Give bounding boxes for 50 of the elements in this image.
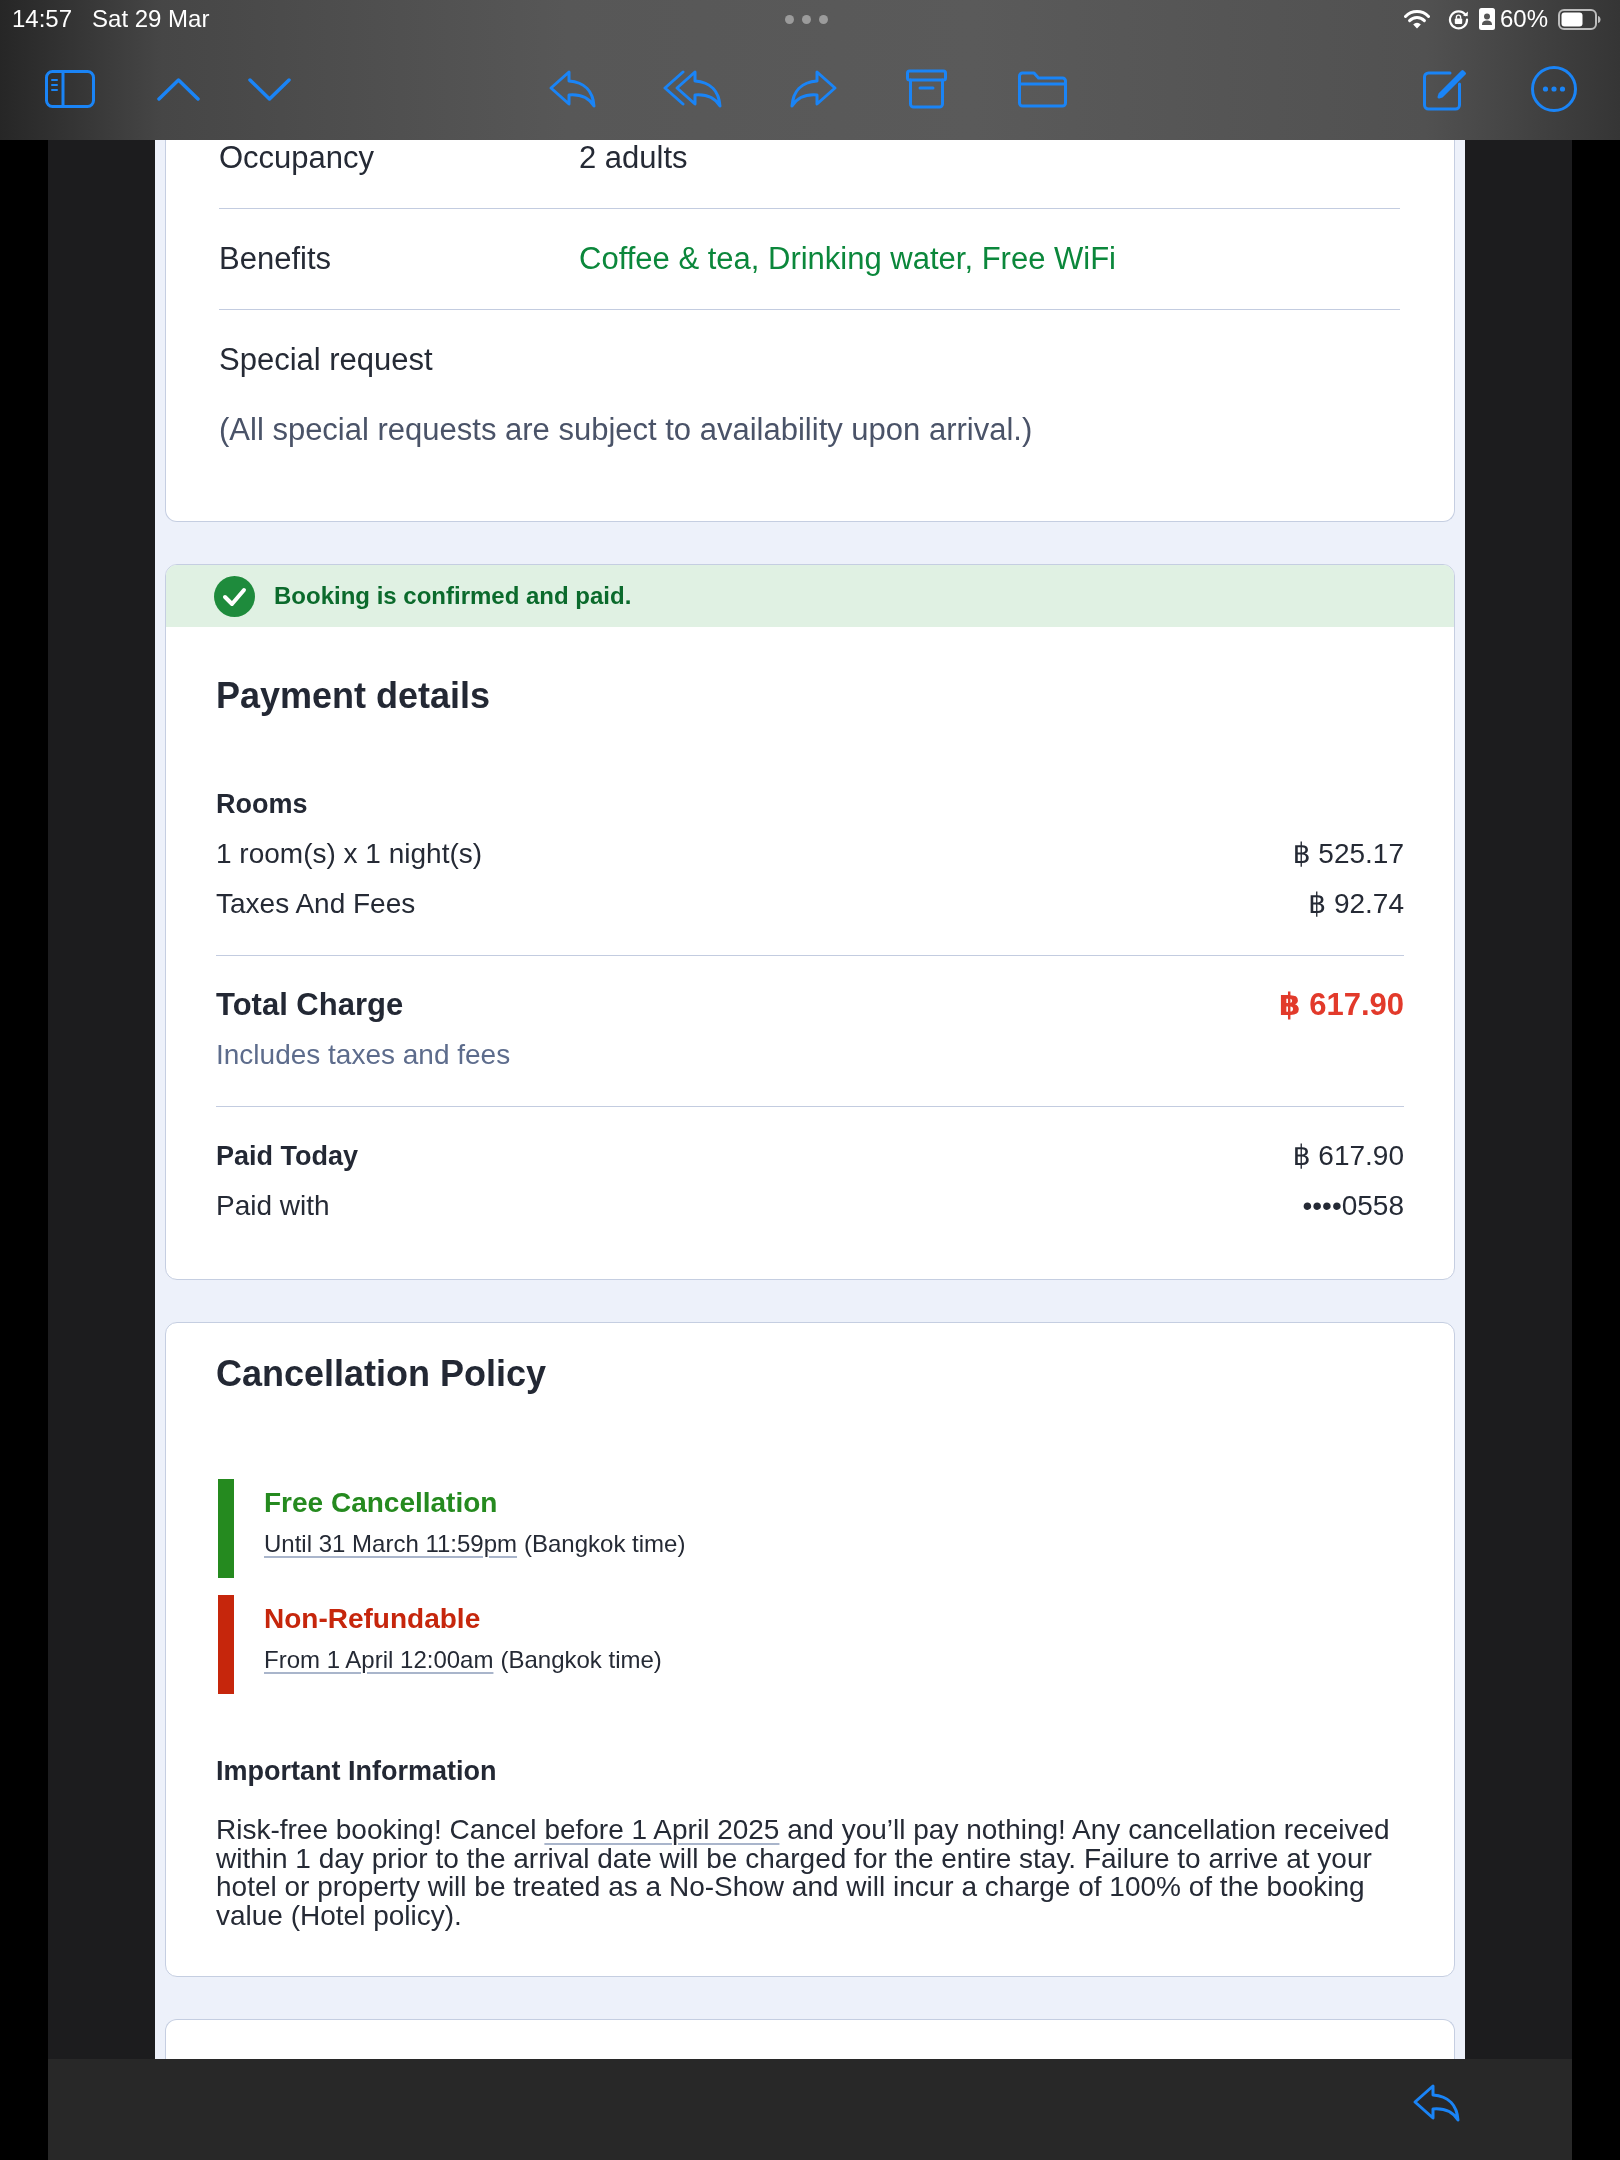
wifi-icon	[1403, 9, 1430, 29]
compose-icon[interactable]	[1422, 67, 1467, 111]
amount-value: ฿ 92.74	[1308, 887, 1404, 921]
underlined-date-text: before 1 April 2025	[544, 1814, 780, 1845]
ellipsis-icon[interactable]	[785, 14, 828, 24]
reply-icon[interactable]	[1412, 2083, 1461, 2123]
time-zone-label: (Bangkok time)	[500, 1645, 662, 1675]
status-time: 14:57	[12, 5, 73, 33]
archive-box-icon[interactable]	[906, 69, 947, 109]
policy-title: Free Cancellation	[264, 1486, 498, 1520]
time-zone-label: (Bangkok time)	[524, 1529, 686, 1559]
reply-icon[interactable]	[548, 69, 597, 109]
policy-paragraph: Risk-free booking! Cancel before 1 April 2025 and you’ll pay nothing! Any cancellation received within 1 day prior to the arrival date will be charged for the entire stay. Failure to arrive at your hotel or property will be treated as a No-Show and will incur a charge of 100% of the booking value (Hotel policy).	[216, 1816, 1391, 1931]
total-amount: ฿ 617.90	[1279, 987, 1404, 1023]
sidebar-icon[interactable]	[45, 70, 95, 108]
amount-value: ฿ 525.17	[1292, 837, 1404, 871]
detail-label: Occupancy	[219, 140, 376, 176]
folder-icon[interactable]	[1018, 70, 1067, 108]
total-note: Includes taxes and fees	[216, 1038, 511, 1072]
line-item-label: Paid with	[216, 1189, 330, 1223]
policy-title: Non-Refundable	[264, 1602, 481, 1636]
detail-value: 2 adults	[579, 140, 688, 176]
section-heading: Important Information	[216, 1755, 498, 1787]
status-date: Sat 29 Mar	[92, 5, 210, 33]
policy-period: Until 31 March 11:59pm	[264, 1529, 517, 1559]
section-heading: Paid Today	[216, 1140, 359, 1173]
reply-all-icon[interactable]	[663, 69, 723, 109]
battery-icon	[1558, 8, 1601, 30]
chevron-down-icon[interactable]	[248, 77, 291, 101]
check-circle-icon	[214, 575, 255, 617]
detail-value: Coffee & tea, Drinking water, Free WiFi	[579, 241, 1116, 277]
more-icon[interactable]	[1531, 66, 1577, 112]
special-request-note: (All special requests are subject to availability upon arrival.)	[219, 412, 1033, 448]
amount-value: ฿ 617.90	[1292, 1139, 1404, 1173]
forward-icon[interactable]	[789, 69, 838, 109]
card-title: Payment details	[216, 675, 492, 717]
line-item-label: Taxes And Fees	[216, 887, 416, 921]
detail-label: Benefits	[219, 241, 332, 277]
line-item-label: 1 room(s) x 1 night(s)	[216, 837, 483, 871]
total-label: Total Charge	[216, 987, 404, 1023]
card-title: Cancellation Policy	[216, 1353, 548, 1395]
battery-percentage: 60%	[1499, 5, 1548, 33]
detail-label: Special request	[219, 342, 433, 378]
person-badge-icon	[1478, 8, 1495, 30]
confirmation-message: Booking is confirmed and paid.	[274, 582, 632, 610]
rotation-lock-icon	[1447, 8, 1469, 30]
policy-period: From 1 April 12:00am	[264, 1645, 494, 1675]
section-heading: Rooms	[216, 788, 308, 821]
chevron-up-icon[interactable]	[157, 77, 200, 101]
amount-value: ••••0558	[1302, 1189, 1404, 1223]
